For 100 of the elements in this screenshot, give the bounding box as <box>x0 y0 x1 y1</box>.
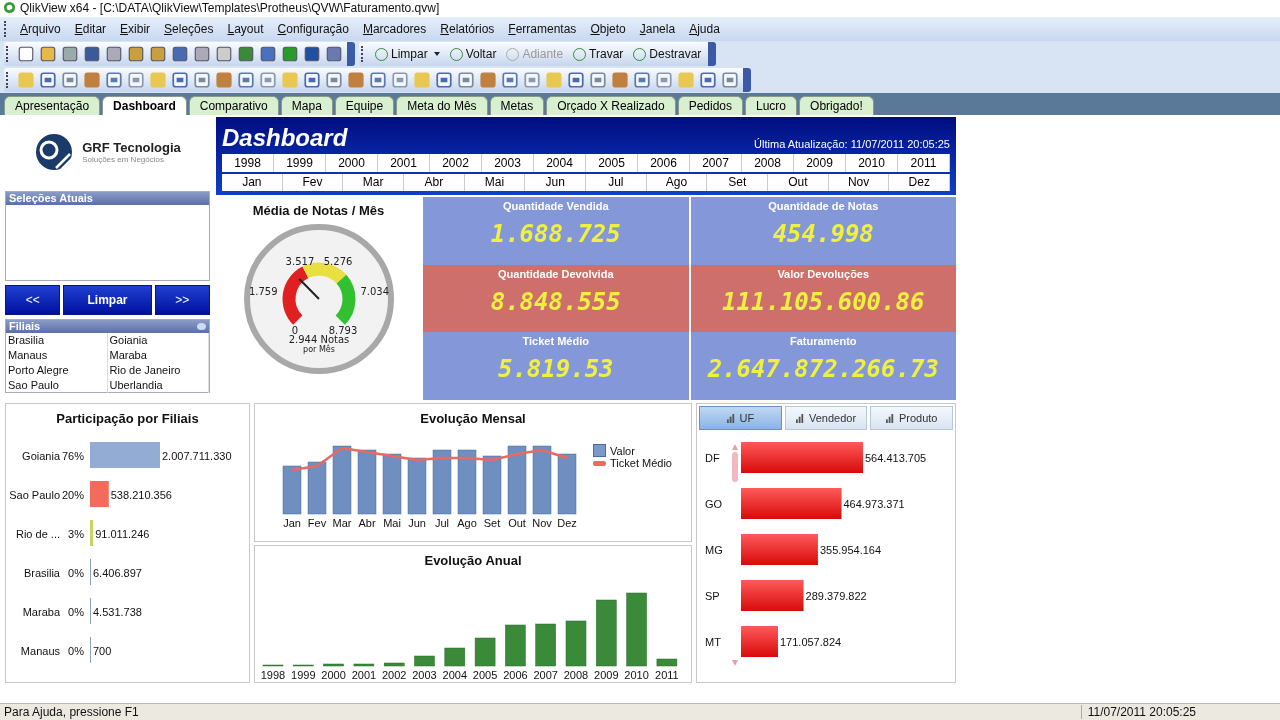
tool-icon[interactable] <box>237 71 255 89</box>
percent-label: 0% <box>67 606 84 618</box>
tool-icon[interactable] <box>435 71 453 89</box>
bar <box>474 637 496 666</box>
tool-icon[interactable] <box>171 71 189 89</box>
tool-icon[interactable] <box>457 71 475 89</box>
category-label: GO <box>704 498 722 510</box>
tool-icon[interactable] <box>589 71 607 89</box>
options-icon[interactable] <box>197 323 206 330</box>
toolbar-button[interactable]: Destravar <box>628 44 707 64</box>
tool-icon[interactable] <box>281 45 299 63</box>
tool-icon[interactable] <box>347 71 365 89</box>
menu-item[interactable]: Marcadores <box>355 22 434 36</box>
tool-icon[interactable] <box>149 45 167 63</box>
bar <box>557 453 577 515</box>
menu-item[interactable]: Exibir <box>113 22 158 36</box>
list-item[interactable]: Porto Alegre <box>6 363 108 378</box>
tool-icon[interactable] <box>215 45 233 63</box>
menu-item[interactable]: Editar <box>67 22 114 36</box>
sheet-tab[interactable]: Lucro <box>745 96 798 115</box>
last-update: Última Atualização: 11/07/2011 20:05:25 <box>754 138 950 152</box>
category-label: Brasilia <box>23 567 60 579</box>
tool-icon[interactable] <box>193 71 211 89</box>
axis-label: 1999 <box>291 668 316 681</box>
tool-icon[interactable] <box>567 71 585 89</box>
tool-icon[interactable] <box>699 71 717 89</box>
menu-item[interactable]: Ajuda <box>682 22 727 36</box>
tool-icon[interactable] <box>237 45 255 63</box>
status-text: Para Ajuda, pressione F1 <box>4 705 139 719</box>
tool-icon[interactable] <box>501 71 519 89</box>
chart-title: Evolução Mensal <box>420 411 526 426</box>
menu-item[interactable]: Configuração <box>270 22 356 36</box>
chart-tab[interactable]: UF <box>699 406 782 430</box>
sheet-tab[interactable]: Apresentação <box>4 96 101 115</box>
tool-icon[interactable] <box>105 45 123 63</box>
value-label: 2.007.711.330 <box>161 450 232 462</box>
tool-icon[interactable] <box>39 71 57 89</box>
sheet-tab[interactable]: Obrigado! <box>799 96 874 115</box>
tool-icon[interactable] <box>325 71 343 89</box>
sheet-tab[interactable]: Orçado X Realizado <box>546 96 676 115</box>
tool-icon[interactable] <box>303 71 321 89</box>
tool-icon[interactable] <box>61 45 79 63</box>
axis-label: 2005 <box>472 668 498 681</box>
nav-button[interactable]: << <box>5 285 61 315</box>
menu-item[interactable]: Layout <box>220 22 271 36</box>
tool-icon[interactable] <box>83 71 101 89</box>
sheet-tab[interactable]: Pedidos <box>677 96 743 115</box>
tool-icon[interactable] <box>611 71 629 89</box>
toolbar-options-button[interactable] <box>708 42 717 66</box>
tool-icon[interactable] <box>633 71 651 89</box>
tool-icon[interactable] <box>303 45 321 63</box>
menu-item[interactable]: Ferramentas <box>501 22 584 36</box>
toolbar-button[interactable]: Travar <box>568 44 629 64</box>
sheet-tab[interactable]: Mapa <box>280 96 333 115</box>
toolbar-button[interactable]: Voltar <box>444 44 502 64</box>
nav-button[interactable]: >> <box>154 285 210 315</box>
list-item[interactable]: Goiania <box>107 333 209 348</box>
legend-swatch <box>593 444 606 457</box>
menu-item[interactable]: Objeto <box>583 22 633 36</box>
tool-icon[interactable] <box>171 45 189 63</box>
tool-icon[interactable] <box>61 71 79 89</box>
category-label: Sao Paulo <box>8 489 60 501</box>
list-item[interactable]: Manaus <box>6 348 108 363</box>
sheet-tab[interactable]: Equipe <box>334 96 395 115</box>
tool-icon[interactable] <box>721 71 739 89</box>
tool-icon[interactable] <box>17 45 35 63</box>
axis-label: 2001 <box>351 668 377 681</box>
tool-icon[interactable] <box>83 45 101 63</box>
sheet-tab[interactable]: Metas <box>489 96 545 115</box>
tool-icon[interactable] <box>259 45 277 63</box>
list-item[interactable]: Maraba <box>107 348 209 363</box>
menu-item[interactable]: Janela <box>632 22 683 36</box>
tool-icon[interactable] <box>127 45 145 63</box>
menu-item[interactable]: Relatórios <box>433 22 502 36</box>
tool-icon[interactable] <box>325 45 343 63</box>
list-item[interactable]: Uberlandia <box>107 378 209 393</box>
chart-tab[interactable]: Vendedor <box>784 406 868 430</box>
scroll-bar[interactable] <box>731 444 738 666</box>
window-title: QlikView x64 - [C:\DATA\QlikView\Templates\Protheus\QVW\Faturamento.qvw] <box>20 0 440 15</box>
tool-icon[interactable] <box>105 71 123 89</box>
bar <box>383 662 405 666</box>
tool-icon[interactable] <box>39 45 57 63</box>
sheet-tab[interactable]: Dashboard <box>102 96 187 115</box>
menu-item[interactable]: Seleções <box>157 22 221 36</box>
tool-icon[interactable] <box>215 71 233 89</box>
value-label: 171.057.824 <box>779 636 841 648</box>
list-item[interactable]: Rio de Janeiro <box>107 363 209 378</box>
axis-label: Jan <box>283 517 301 529</box>
percent-label: 20% <box>61 489 84 501</box>
sheet-tab[interactable]: Meta do Mês <box>396 96 488 115</box>
sheet-tab[interactable]: Comparativo <box>188 96 279 115</box>
toolbar-button[interactable]: Limpar <box>370 44 445 64</box>
menu-item[interactable]: Arquivo <box>13 22 68 36</box>
list-item[interactable]: Brasilia <box>6 333 108 348</box>
tool-icon[interactable] <box>193 45 211 63</box>
tool-icon[interactable] <box>479 71 497 89</box>
list-item[interactable]: Sao Paulo <box>6 378 108 393</box>
nav-button[interactable]: Limpar <box>63 285 152 315</box>
chart-tab[interactable]: Produto <box>870 406 953 430</box>
tool-icon[interactable] <box>369 71 387 89</box>
